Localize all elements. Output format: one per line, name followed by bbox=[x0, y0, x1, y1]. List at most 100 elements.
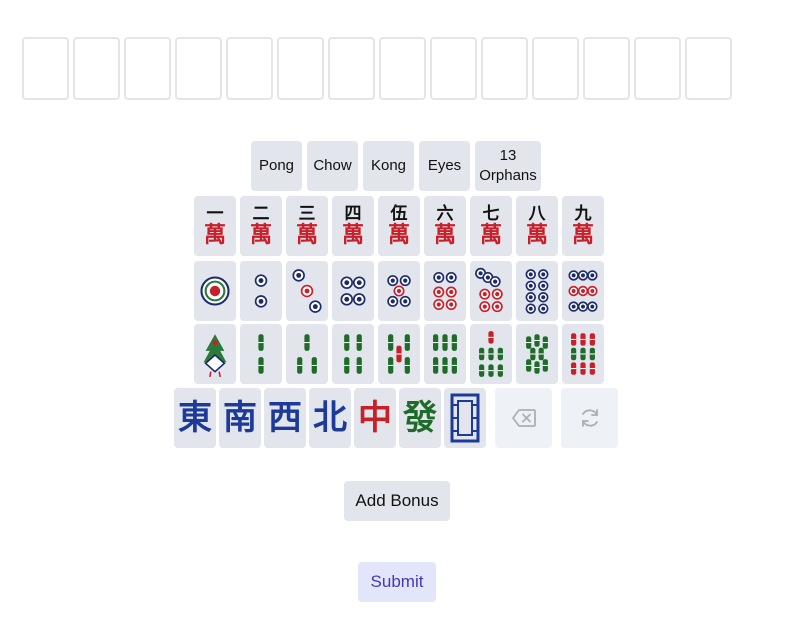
bamboo-tile[interactable] bbox=[516, 324, 558, 384]
circle-pips-icon bbox=[568, 270, 598, 312]
circle-pip-center bbox=[495, 292, 500, 297]
bamboo-tile[interactable] bbox=[562, 324, 604, 384]
bamboo-sticks-icon bbox=[388, 334, 410, 374]
hand-slot[interactable] bbox=[328, 37, 375, 100]
white-dragon-icon bbox=[450, 393, 480, 443]
submit-button[interactable]: Submit bbox=[358, 562, 436, 602]
east-glyph: 東 bbox=[178, 398, 212, 438]
circle-pip-center bbox=[403, 299, 408, 304]
circle-tile[interactable] bbox=[378, 261, 420, 321]
bamboo-tile[interactable] bbox=[240, 324, 282, 384]
hand-slot[interactable] bbox=[532, 37, 579, 100]
circle-tile[interactable] bbox=[286, 261, 328, 321]
circle-pip-center bbox=[344, 296, 350, 302]
honor-tiles-row: 東南西北中發 bbox=[174, 388, 618, 448]
circle-pip-center bbox=[356, 296, 362, 302]
bamboo-tile[interactable] bbox=[286, 324, 328, 384]
circle-tiles-row bbox=[194, 261, 604, 321]
hand-slot[interactable] bbox=[226, 37, 273, 100]
eyes-button[interactable]: Eyes bbox=[419, 141, 470, 191]
character-tile[interactable]: 八萬 bbox=[516, 196, 558, 256]
bamboo-sticks-icon bbox=[258, 334, 264, 374]
circle-pip-center bbox=[436, 302, 441, 307]
character-numeral: 七 bbox=[482, 204, 500, 224]
circle-pip-center bbox=[344, 280, 350, 286]
hand-slot[interactable] bbox=[175, 37, 222, 100]
character-numeral: 伍 bbox=[390, 204, 408, 224]
character-numeral: 六 bbox=[436, 204, 454, 224]
hand-slot[interactable] bbox=[379, 37, 426, 100]
bamboo-sticks-icon bbox=[571, 333, 595, 375]
hand-slot[interactable] bbox=[583, 37, 630, 100]
circle-pip-center bbox=[312, 304, 318, 310]
circle-pip-center bbox=[478, 271, 483, 276]
hand-slot[interactable] bbox=[73, 37, 120, 100]
add-bonus-button[interactable]: Add Bonus bbox=[344, 481, 450, 521]
hand-slot[interactable] bbox=[481, 37, 528, 100]
character-tile[interactable]: 伍萬 bbox=[378, 196, 420, 256]
meld-buttons: Pong Chow Kong Eyes 13 Orphans bbox=[251, 141, 541, 191]
character-suit-glyph: 萬 bbox=[295, 222, 318, 248]
circle-pip-center bbox=[436, 275, 441, 280]
west-tile[interactable]: 西 bbox=[264, 388, 306, 448]
hand-slot[interactable] bbox=[277, 37, 324, 100]
west-glyph: 西 bbox=[268, 398, 302, 438]
circle-pip-center bbox=[482, 304, 487, 309]
chow-button[interactable]: Chow bbox=[307, 141, 358, 191]
character-tile[interactable]: 一萬 bbox=[194, 196, 236, 256]
bird-head bbox=[212, 339, 218, 346]
circle-pip-center bbox=[436, 289, 441, 295]
character-numeral: 三 bbox=[298, 204, 316, 224]
circle-pip-center bbox=[449, 289, 454, 295]
thirteen-orphans-button[interactable]: 13 Orphans bbox=[475, 141, 541, 191]
east-tile[interactable]: 東 bbox=[174, 388, 216, 448]
hand-slot[interactable] bbox=[634, 37, 681, 100]
hand-slots bbox=[22, 37, 732, 100]
character-suit-glyph: 萬 bbox=[341, 222, 364, 248]
hand-slot[interactable] bbox=[124, 37, 171, 100]
circle-pip-center bbox=[296, 272, 302, 278]
backspace-button[interactable] bbox=[495, 388, 552, 448]
character-tile[interactable]: 二萬 bbox=[240, 196, 282, 256]
white-dragon-tile[interactable] bbox=[444, 388, 486, 448]
circle-pip-center bbox=[258, 278, 264, 284]
hand-slot[interactable] bbox=[685, 37, 732, 100]
circle-tile[interactable] bbox=[424, 261, 466, 321]
circle-tile[interactable] bbox=[240, 261, 282, 321]
north-glyph: 北 bbox=[313, 398, 347, 438]
green-dragon-tile[interactable]: 發 bbox=[399, 388, 441, 448]
bamboo-tile[interactable] bbox=[424, 324, 466, 384]
character-tile[interactable]: 九萬 bbox=[562, 196, 604, 256]
character-numeral: 一 bbox=[206, 204, 224, 224]
circle-pip-center bbox=[590, 304, 595, 309]
circle-tile[interactable] bbox=[194, 261, 236, 321]
bamboo-sticks-icon bbox=[526, 334, 548, 374]
reset-button[interactable] bbox=[561, 388, 618, 448]
circle-pip-center bbox=[449, 302, 454, 307]
bamboo-tile[interactable] bbox=[470, 324, 512, 384]
character-tile[interactable]: 四萬 bbox=[332, 196, 374, 256]
character-tile[interactable]: 六萬 bbox=[424, 196, 466, 256]
pong-button[interactable]: Pong bbox=[251, 141, 302, 191]
bamboo-tile[interactable] bbox=[332, 324, 374, 384]
hand-slot[interactable] bbox=[22, 37, 69, 100]
bamboo-tile[interactable] bbox=[378, 324, 420, 384]
south-tile[interactable]: 南 bbox=[219, 388, 261, 448]
character-numeral: 九 bbox=[574, 204, 592, 224]
red-dragon-tile[interactable]: 中 bbox=[354, 388, 396, 448]
south-glyph: 南 bbox=[223, 398, 257, 438]
bamboo-tile[interactable] bbox=[194, 324, 236, 384]
north-tile[interactable]: 北 bbox=[309, 388, 351, 448]
circle-tile[interactable] bbox=[470, 261, 512, 321]
circle-pips-icon bbox=[340, 276, 366, 306]
character-tile[interactable]: 三萬 bbox=[286, 196, 328, 256]
circle-tile[interactable] bbox=[562, 261, 604, 321]
circle-pips-icon bbox=[475, 267, 503, 313]
kong-button[interactable]: Kong bbox=[363, 141, 414, 191]
character-tile[interactable]: 七萬 bbox=[470, 196, 512, 256]
circle-tile[interactable] bbox=[516, 261, 558, 321]
circle-tile[interactable] bbox=[332, 261, 374, 321]
bird-leg bbox=[218, 371, 221, 378]
hand-slot[interactable] bbox=[430, 37, 477, 100]
circle-pip-center bbox=[541, 295, 546, 300]
